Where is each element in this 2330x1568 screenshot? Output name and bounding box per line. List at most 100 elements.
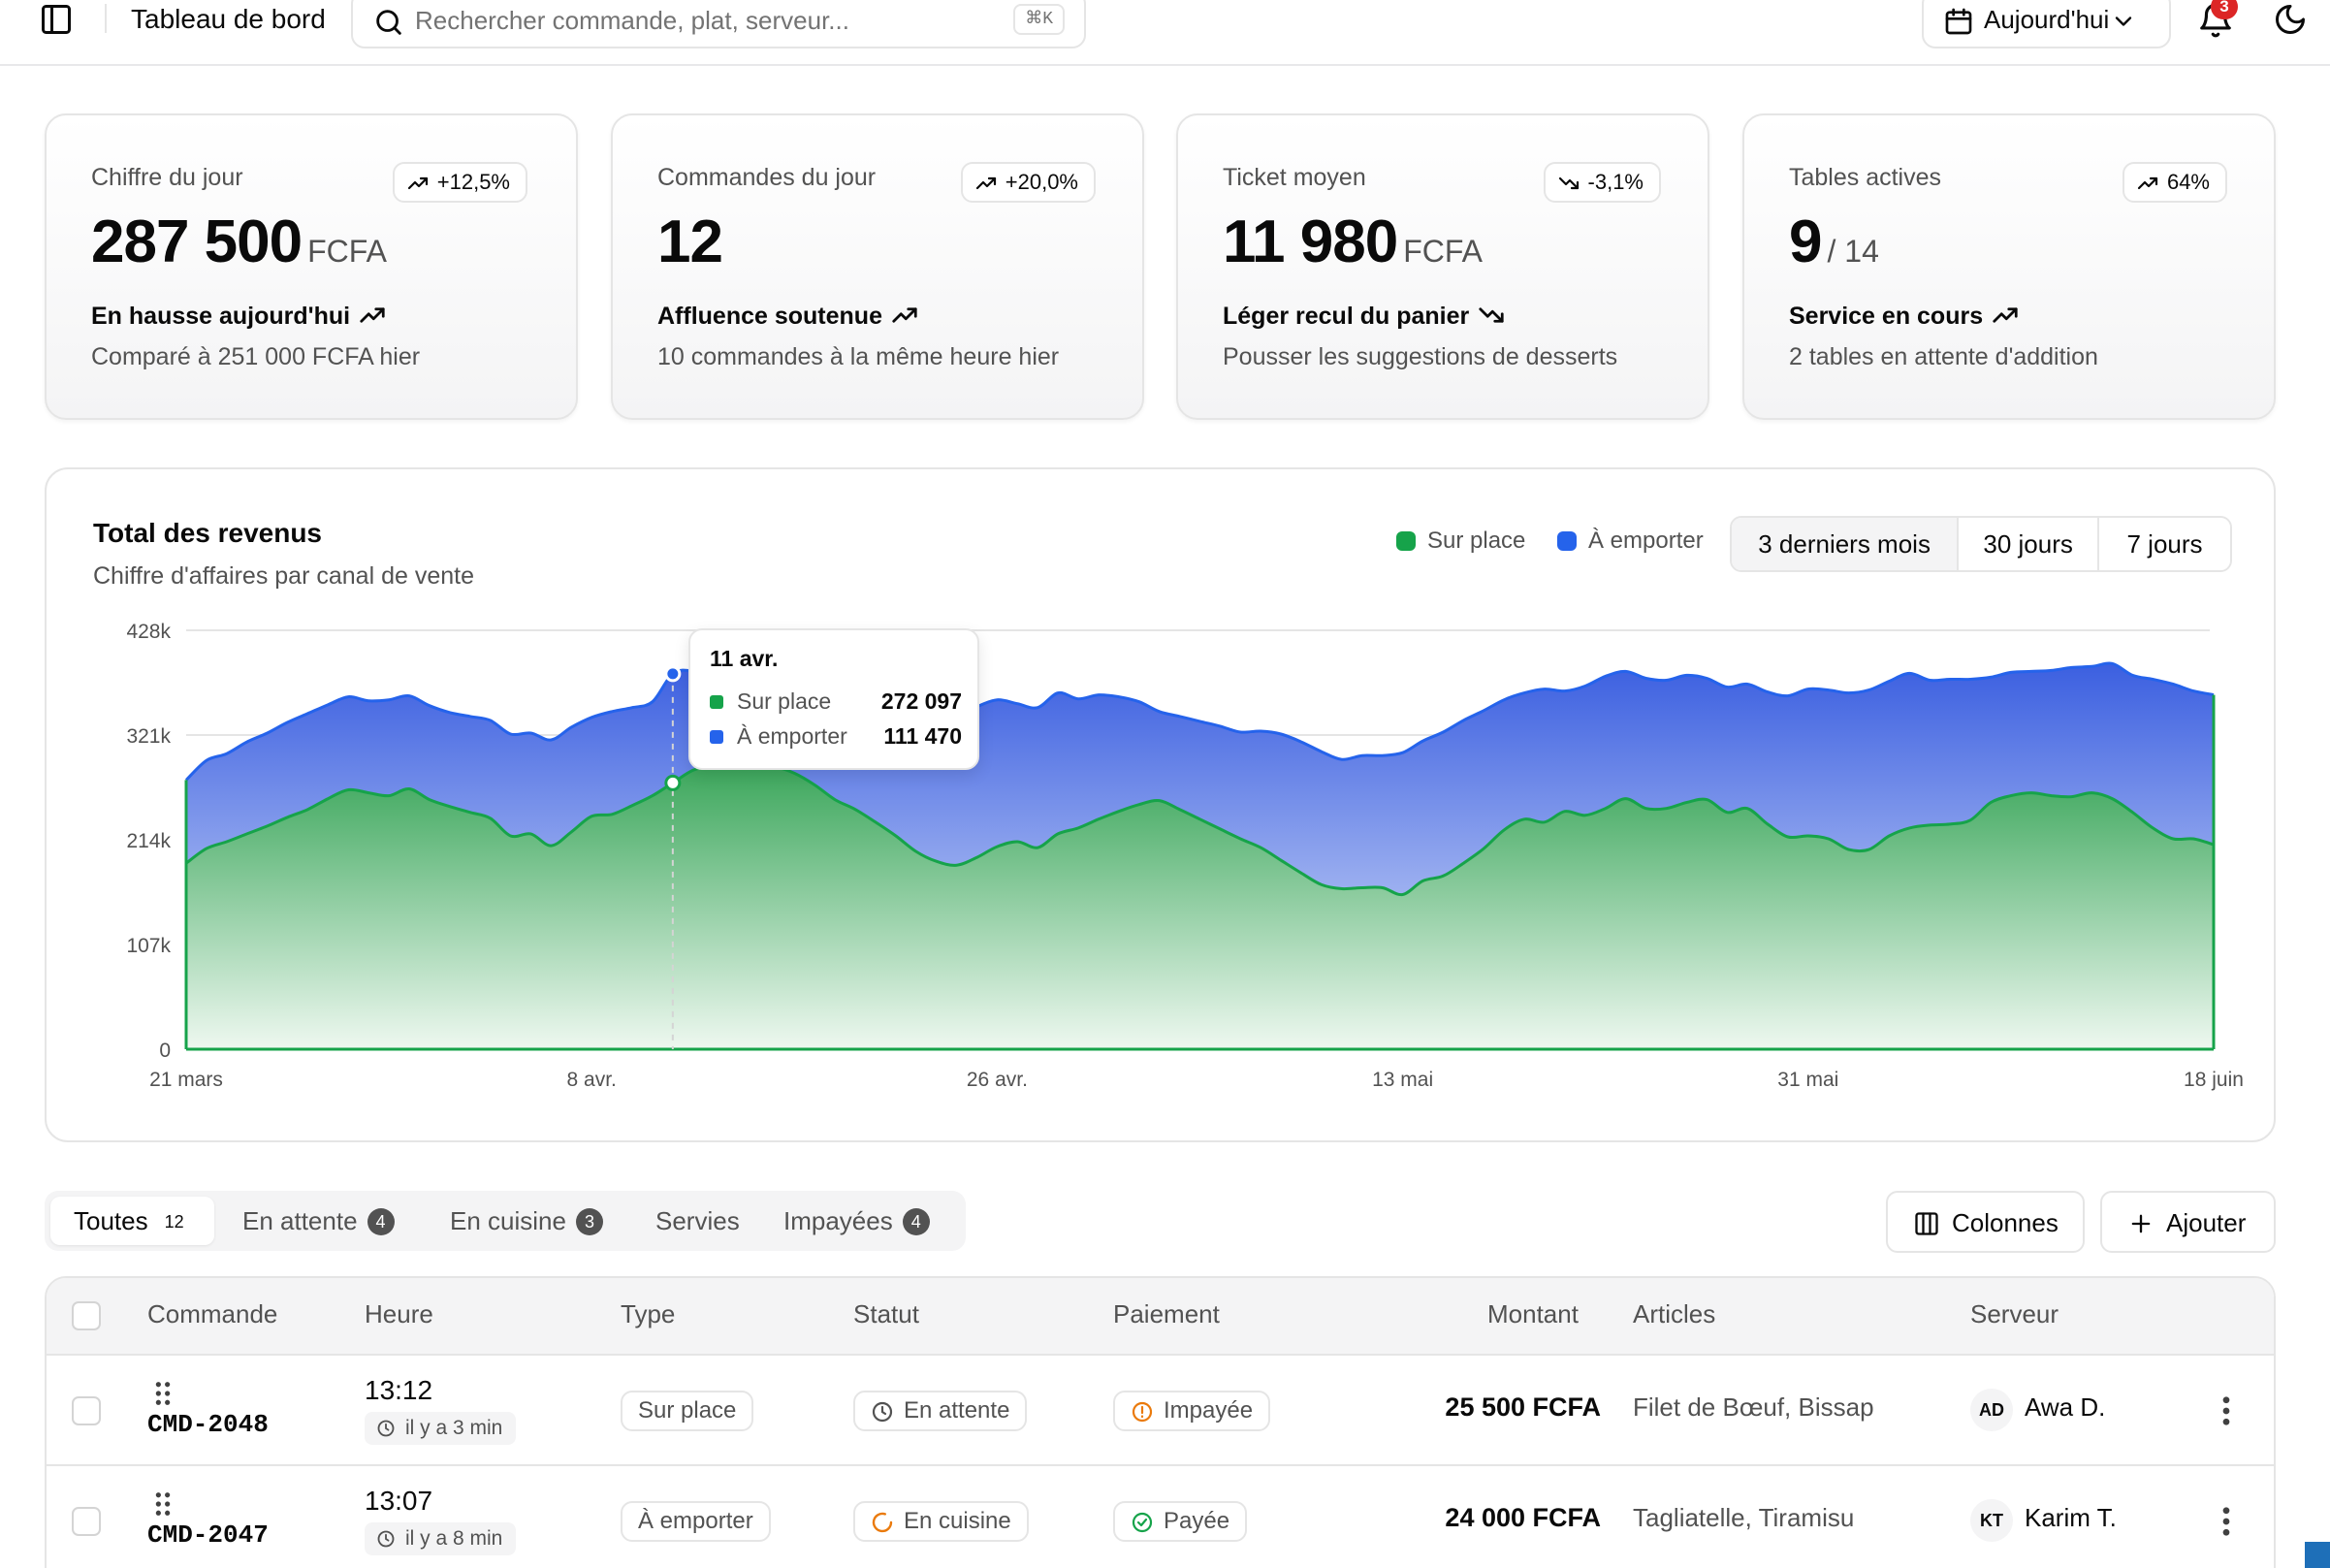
col-paiement[interactable]: Paiement xyxy=(1113,1299,1220,1329)
col-statut[interactable]: Statut xyxy=(853,1299,919,1329)
check-circle-icon xyxy=(1132,1512,1153,1533)
kpi-card: Ticket moyen -3,1% 11 980 FCFA Léger recul d… xyxy=(1176,113,1709,420)
more-vertical-icon[interactable] xyxy=(2220,1396,2232,1425)
search-shortcut-kbd: ⌘K xyxy=(1013,4,1065,35)
col-serveur[interactable]: Serveur xyxy=(1970,1299,2059,1329)
kpi-value-number: 9 xyxy=(1789,208,1822,275)
trending-up-icon xyxy=(407,176,428,190)
col-commande[interactable]: Commande xyxy=(147,1299,277,1329)
chart-tooltip: 11 avr. Sur place 272 097 À emporter 111 4… xyxy=(688,628,979,770)
table-row[interactable]: CMD-2048 13:12 il y a 3 min Sur place En… xyxy=(47,1356,2274,1466)
avatar: KT xyxy=(1970,1499,2013,1542)
row-checkbox[interactable] xyxy=(72,1396,101,1425)
kpi-trend: Léger recul du panier xyxy=(1223,300,1506,333)
table-header: Commande Heure Type Statut Paiement Mont… xyxy=(47,1278,2274,1356)
revenue-chart-card: Total des revenus Chiffre d'affaires par… xyxy=(45,467,2276,1142)
kpi-label: Tables actives xyxy=(1789,164,1942,191)
tab-toutes[interactable]: Toutes 12 xyxy=(50,1197,214,1245)
system-corner-indicator xyxy=(2305,1542,2330,1568)
kpi-change-badge: -3,1% xyxy=(1543,162,1661,203)
tab-label: En cuisine xyxy=(450,1206,566,1235)
col-articles[interactable]: Articles xyxy=(1633,1299,1715,1329)
row-checkbox[interactable] xyxy=(72,1507,101,1536)
server-name: Karim T. xyxy=(2025,1503,2117,1532)
kpi-trend: Affluence soutenue xyxy=(657,300,919,333)
kpi-comparison: 2 tables en attente d'addition xyxy=(1789,343,2098,370)
trending-up-icon xyxy=(2137,176,2158,190)
kpi-value: 11 980 FCFA xyxy=(1223,205,1483,289)
tab-label: Toutes xyxy=(74,1206,148,1235)
tab-label: En attente xyxy=(242,1206,358,1235)
kpi-value-number: 11 980 xyxy=(1223,208,1398,275)
drag-handle-icon[interactable] xyxy=(153,1381,173,1406)
date-filter-button[interactable]: Aujourd'hui xyxy=(1922,0,2171,48)
kpi-value-number: 12 xyxy=(657,208,723,275)
tooltip-swatch xyxy=(710,695,723,709)
tooltip-date: 11 avr. xyxy=(710,646,779,671)
search-input[interactable] xyxy=(415,0,987,41)
orders-table: Commande Heure Type Statut Paiement Mont… xyxy=(45,1276,2276,1568)
col-heure[interactable]: Heure xyxy=(365,1299,433,1329)
columns-label: Colonnes xyxy=(1952,1208,2059,1237)
payment-status-badge: Payée xyxy=(1113,1501,1248,1542)
trending-down-icon xyxy=(1479,307,1504,323)
kpi-change-badge: 64% xyxy=(2122,162,2227,203)
kpi-unit: FCFA xyxy=(1403,234,1483,269)
kpi-comparison: 10 commandes à la même heure hier xyxy=(657,343,1060,370)
x-tick-label: 31 mai xyxy=(1777,1069,1838,1091)
kpi-value: 12 xyxy=(657,205,723,280)
kpi-change-badge: +20,0% xyxy=(960,162,1096,203)
trending-up-icon xyxy=(1993,307,2018,323)
kpi-unit: FCFA xyxy=(307,234,387,269)
order-id[interactable]: CMD-2047 xyxy=(147,1520,269,1550)
moon-icon[interactable] xyxy=(2273,2,2308,37)
tab-impayees[interactable]: Impayées 4 xyxy=(783,1197,930,1245)
kpi-card: Commandes du jour +20,0% 12 Affluence soute… xyxy=(611,113,1144,420)
y-tick-label: 428k xyxy=(126,621,171,643)
more-vertical-icon[interactable] xyxy=(2220,1507,2232,1536)
kpi-label: Ticket moyen xyxy=(1223,164,1366,191)
search-box[interactable]: ⌘K xyxy=(351,0,1086,48)
loader-icon xyxy=(872,1512,893,1533)
order-type-badge: À emporter xyxy=(621,1501,771,1542)
col-type[interactable]: Type xyxy=(621,1299,675,1329)
trending-up-icon xyxy=(892,307,917,323)
top-header: Tableau de bord ⌘K Aujourd'hui 3 xyxy=(0,0,2330,66)
kpi-value: 287 500 FCFA xyxy=(91,205,387,289)
tooltip-value: 111 470 xyxy=(883,723,962,749)
tab-en-cuisine[interactable]: En cuisine 3 xyxy=(450,1197,603,1245)
select-all-checkbox[interactable] xyxy=(72,1301,101,1330)
tooltip-row-a-emporter: À emporter 111 470 xyxy=(710,723,962,750)
tab-servies[interactable]: Servies xyxy=(655,1197,740,1245)
kpi-unit: / 14 xyxy=(1827,234,1879,269)
tooltip-value: 272 097 xyxy=(880,688,962,714)
status-text: En cuisine xyxy=(904,1508,1011,1534)
kpi-comparison: Pousser les suggestions de desserts xyxy=(1223,343,1618,370)
order-articles: Tagliatelle, Tiramisu xyxy=(1633,1503,1855,1532)
clock-icon xyxy=(872,1401,893,1423)
revenue-area-chart[interactable]: 0 107k 214k 321k 428k 21 mars 8 avr. 26 avr. 13… xyxy=(47,469,2274,1140)
tab-en-attente[interactable]: En attente 4 xyxy=(242,1197,395,1245)
tab-label: Servies xyxy=(655,1206,740,1235)
col-montant[interactable]: Montant xyxy=(1487,1299,1579,1329)
columns-icon xyxy=(1915,1212,1938,1235)
elapsed-text: il y a 8 min xyxy=(405,1527,503,1550)
table-row[interactable]: CMD-2047 13:07 il y a 8 min À emporter E… xyxy=(47,1466,2274,1568)
columns-button[interactable]: Colonnes xyxy=(1886,1191,2085,1253)
hover-point-sur-place xyxy=(664,774,682,791)
drag-handle-icon[interactable] xyxy=(153,1491,173,1517)
order-amount: 25 500 FCFA xyxy=(1445,1392,1601,1422)
trending-up-icon xyxy=(360,307,385,323)
y-tick-label: 0 xyxy=(159,1040,171,1062)
add-order-button[interactable]: Ajouter xyxy=(2100,1191,2276,1253)
order-id[interactable]: CMD-2048 xyxy=(147,1410,269,1439)
tooltip-label: Sur place xyxy=(737,688,832,714)
tab-count: 4 xyxy=(902,1208,930,1235)
y-tick-label: 321k xyxy=(126,725,171,748)
search-icon xyxy=(376,10,401,35)
x-tick-label: 26 avr. xyxy=(967,1069,1028,1091)
sidebar-toggle-icon[interactable] xyxy=(39,2,74,37)
x-tick-label: 21 mars xyxy=(149,1069,223,1091)
kpi-label: Commandes du jour xyxy=(657,164,877,191)
y-tick-label: 214k xyxy=(126,830,171,852)
